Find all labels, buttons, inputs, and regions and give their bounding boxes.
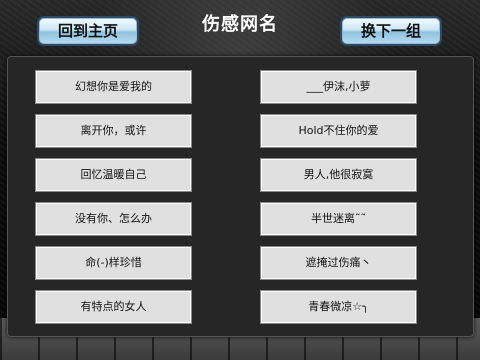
name-item[interactable]: 有特点的女人 — [36, 291, 191, 323]
names-panel: 幻想你是爱我的 ___伊沫,小萝 离开你，或许 Hold不住你的爱 回忆温暖自己… — [7, 56, 474, 337]
page-title: 伤感网名 — [202, 14, 278, 35]
name-item[interactable]: 遮掩过伤痛丶 — [261, 247, 416, 279]
name-item[interactable]: ___伊沫,小萝 — [261, 71, 416, 103]
name-item[interactable]: 没有你、怎么办 — [36, 203, 191, 235]
home-button[interactable]: 回到主页 — [37, 16, 139, 46]
header: 回到主页 伤感网名 换下一组 — [0, 0, 480, 50]
name-item[interactable]: 半世迷离˜˜ — [261, 203, 416, 235]
name-item[interactable]: 回忆温暖自己 — [36, 159, 191, 191]
name-item[interactable]: 命(-)样珍惜 — [36, 247, 191, 279]
name-item[interactable]: Hold不住你的爱 — [261, 115, 416, 147]
name-item[interactable]: 离开你，或许 — [36, 115, 191, 147]
name-item[interactable]: 青春微凉☆╮ — [261, 291, 416, 323]
name-item[interactable]: 幻想你是爱我的 — [36, 71, 191, 103]
name-item[interactable]: 男人,他很寂寞 — [261, 159, 416, 191]
next-group-button[interactable]: 换下一组 — [340, 16, 442, 46]
